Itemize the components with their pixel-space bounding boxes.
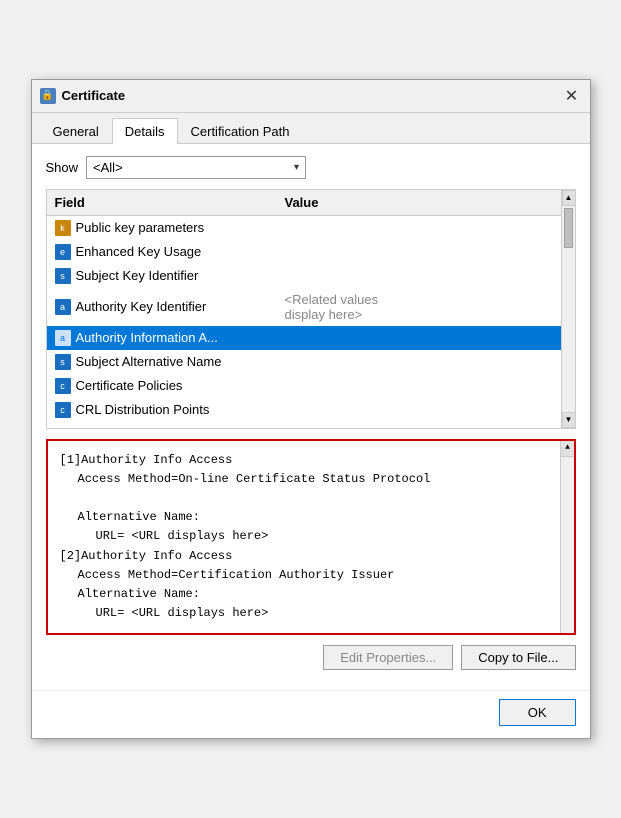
- action-buttons: Edit Properties... Copy to File...: [46, 645, 576, 678]
- scroll-up-button[interactable]: ▲: [562, 190, 576, 206]
- table-row[interactable]: s Subject Alternative Name: [47, 350, 575, 374]
- table-row[interactable]: k Public key parameters: [47, 216, 575, 240]
- tab-details[interactable]: Details: [112, 118, 178, 144]
- tab-certification-path[interactable]: Certification Path: [178, 118, 303, 144]
- table-row[interactable]: c CRL Distribution Points: [47, 398, 575, 422]
- edit-properties-button[interactable]: Edit Properties...: [323, 645, 453, 670]
- table-scrollbar[interactable]: ▲ ▼: [561, 190, 575, 428]
- close-button[interactable]: ✕: [562, 86, 582, 106]
- authority-key-icon: a: [55, 299, 71, 315]
- tab-general[interactable]: General: [40, 118, 112, 144]
- tab-bar: General Details Certification Path: [32, 113, 590, 144]
- ok-button[interactable]: OK: [499, 699, 576, 726]
- value-line: [1]Authority Info Access: [60, 451, 544, 470]
- value-line: URL= <URL displays here>: [96, 527, 544, 546]
- value-line: Alternative Name:: [78, 508, 544, 527]
- subject-alt-icon: s: [55, 354, 71, 370]
- table-row[interactable]: s Subject Key Identifier: [47, 264, 575, 288]
- value-line: URL= <URL displays here>: [96, 604, 544, 623]
- chevron-down-icon: ▾: [294, 162, 299, 173]
- value-line: Alternative Name:: [78, 585, 544, 604]
- value-text-area: [1]Authority Info Access Access Method=O…: [60, 451, 562, 624]
- value-detail-box: [1]Authority Info Access Access Method=O…: [46, 439, 576, 636]
- certificate-dialog: 🔒 Certificate ✕ General Details Certific…: [31, 79, 591, 740]
- value-line: Access Method=Certification Authority Is…: [78, 566, 544, 585]
- show-label: Show: [46, 160, 79, 175]
- show-select-value: <All>: [93, 160, 123, 175]
- value-line: [60, 489, 544, 508]
- field-column-header: Field: [47, 193, 277, 212]
- table-row[interactable]: c Certificate Policies: [47, 374, 575, 398]
- show-dropdown[interactable]: <All> ▾: [86, 156, 306, 179]
- fields-table: Field Value k Public key parameters e En…: [46, 189, 576, 429]
- bottom-row: OK: [32, 690, 590, 738]
- scroll-thumb[interactable]: [564, 208, 573, 248]
- value-box-scrollbar[interactable]: ▲ ▼: [560, 441, 574, 634]
- value-line: [2]Authority Info Access: [60, 547, 544, 566]
- table-body: k Public key parameters e Enhanced Key U…: [47, 216, 575, 428]
- table-row[interactable]: e Enhanced Key Usage: [47, 240, 575, 264]
- subject-key-icon: s: [55, 268, 71, 284]
- table-row[interactable]: a Authority Information A...: [47, 326, 575, 350]
- scroll-down-button[interactable]: ▼: [562, 412, 576, 428]
- value-scroll-up-button[interactable]: ▲: [561, 441, 575, 457]
- show-row: Show <All> ▾: [46, 156, 576, 179]
- authority-info-icon: a: [55, 330, 71, 346]
- tab-content: Show <All> ▾ Field Value k Public key pa…: [32, 144, 590, 691]
- copy-to-file-button[interactable]: Copy to File...: [461, 645, 575, 670]
- cert-policies-icon: c: [55, 378, 71, 394]
- table-header: Field Value: [47, 190, 575, 216]
- dialog-title: Certificate: [62, 88, 562, 103]
- value-column-header: Value: [277, 193, 575, 212]
- table-row[interactable]: a Authority Key Identifier <Related valu…: [47, 288, 575, 326]
- crl-icon: c: [55, 402, 71, 418]
- title-bar: 🔒 Certificate ✕: [32, 80, 590, 113]
- value-line: Access Method=On-line Certificate Status…: [78, 470, 544, 489]
- key-icon: k: [55, 220, 71, 236]
- enhanced-key-icon: e: [55, 244, 71, 260]
- dialog-icon: 🔒: [40, 88, 56, 104]
